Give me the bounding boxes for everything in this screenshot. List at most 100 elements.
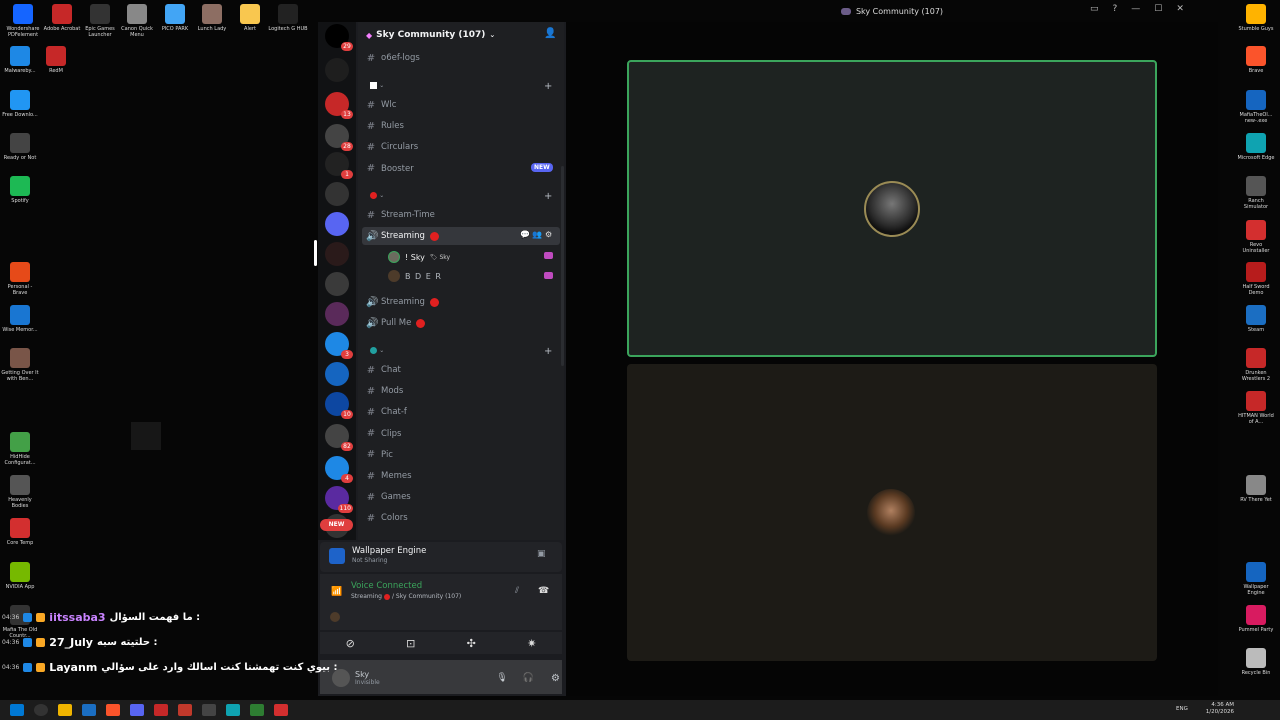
text-channel[interactable]: # Stream-Time <box>366 206 435 224</box>
desktop-shortcut[interactable]: Microsoft Edge <box>1236 133 1276 161</box>
desktop-shortcut[interactable]: Free Downlo... <box>0 90 40 118</box>
desktop-shortcut[interactable]: Wondershare PDFelement <box>3 4 43 38</box>
text-channel[interactable]: # Pic <box>366 446 393 464</box>
noise-suppression-icon[interactable]: ⫽ <box>515 586 519 596</box>
server-header[interactable]: ◆ Sky Community (107) ⌄ <box>366 28 495 42</box>
server-icon[interactable]: 4 <box>325 456 353 483</box>
category-header[interactable]: ⌄ <box>370 346 384 356</box>
text-channel[interactable]: # Memes <box>366 467 412 485</box>
desktop-shortcut[interactable]: Lunch Lady <box>192 4 232 32</box>
desktop-shortcut[interactable]: Malwareby... <box>0 46 40 74</box>
text-channel[interactable]: # Chat <box>366 361 401 379</box>
activities-icon[interactable]: ✣ <box>467 637 476 650</box>
server-icon[interactable]: 28 <box>325 124 353 151</box>
desktop-shortcut[interactable]: PICO PARK <box>155 4 195 32</box>
desktop-shortcut[interactable]: Stumble Guys <box>1236 4 1276 32</box>
close-button[interactable]: ✕ <box>1176 4 1184 14</box>
category-header[interactable]: ⌄ <box>370 81 384 91</box>
server-icon[interactable]: 1 <box>325 152 353 179</box>
desktop-shortcut[interactable]: Adobe Acrobat <box>42 4 82 32</box>
server-icon[interactable] <box>325 302 349 326</box>
voice-channel-streaming-active[interactable]: 🔊 Streaming <box>366 227 439 245</box>
desktop-shortcut[interactable]: Alert <box>230 4 270 32</box>
desktop-shortcut[interactable]: Recycle Bin <box>1236 648 1276 676</box>
desktop-shortcut[interactable]: Wise Memor... <box>0 305 40 333</box>
headphones-icon[interactable]: 🎧 <box>523 673 534 683</box>
brave-icon[interactable] <box>106 704 120 716</box>
desktop-shortcut[interactable]: Canon Quick Menu <box>117 4 157 38</box>
text-channel[interactable]: # Clips <box>366 425 402 443</box>
language-indicator[interactable]: ENG <box>1176 706 1188 712</box>
desktop-shortcut[interactable]: Revo Uninstaller <box>1236 220 1276 254</box>
explorer-icon[interactable] <box>58 704 72 716</box>
text-channel[interactable]: # Colors <box>366 509 408 527</box>
desktop-shortcut-blurred[interactable] <box>131 422 161 450</box>
desktop-shortcut[interactable]: Ready or Not <box>0 133 40 161</box>
system-clock[interactable]: 4:36 AM 1/20/2026 <box>1206 702 1234 716</box>
desktop-shortcut[interactable]: RV There Yet <box>1236 475 1276 503</box>
voice-channel-streaming[interactable]: 🔊 Streaming <box>366 293 439 311</box>
edge-icon[interactable] <box>226 704 240 716</box>
server-icon[interactable] <box>325 242 349 266</box>
desktop-shortcut[interactable]: MafiaTheOl... new-.exe <box>1236 90 1276 124</box>
text-channel[interactable]: # Games <box>366 488 411 506</box>
desktop-shortcut[interactable]: NVIDIA App <box>0 562 40 590</box>
desktop-shortcut[interactable]: HidHide Configurat... <box>0 432 40 466</box>
add-channel-icon[interactable]: + <box>544 81 552 92</box>
desktop-shortcut[interactable]: Half Sword Demo <box>1236 262 1276 296</box>
server-icon[interactable] <box>325 182 349 206</box>
category-header[interactable]: ⌄ <box>370 191 384 201</box>
add-channel-icon[interactable]: + <box>544 346 552 357</box>
desktop-shortcut[interactable]: Drunken Wrestlers 2 <box>1236 348 1276 382</box>
server-icon[interactable]: 3 <box>325 332 353 359</box>
desktop-shortcut[interactable]: Heavenly Bodies <box>0 475 40 509</box>
inbox-icon[interactable]: ▭ <box>1090 4 1099 14</box>
camera-off-icon[interactable]: ⊘ <box>346 637 355 650</box>
desktop-shortcut[interactable]: Pummel Party <box>1236 605 1276 633</box>
app-icon[interactable] <box>202 704 216 716</box>
desktop-shortcut[interactable]: RedM <box>36 46 76 74</box>
desktop-shortcut[interactable]: Getting Over It with Ben... <box>0 348 40 382</box>
microphone-icon[interactable]: 🎙 <box>496 673 507 683</box>
text-channel[interactable]: # Rules <box>366 117 404 135</box>
server-icon[interactable]: 10 <box>325 392 353 419</box>
voice-channel-pull-me[interactable]: 🔊 Pull Me <box>366 314 426 332</box>
add-member-icon[interactable]: 👥 <box>532 230 542 239</box>
server-icon[interactable] <box>325 272 349 296</box>
scrollbar[interactable] <box>561 166 564 366</box>
maximize-button[interactable]: ☐ <box>1154 4 1162 14</box>
server-icon[interactable]: 82 <box>325 424 353 451</box>
soundboard-icon[interactable]: ✷ <box>527 637 536 650</box>
app-icon[interactable] <box>274 704 288 716</box>
desktop-shortcut[interactable]: Logitech G HUB <box>268 4 308 32</box>
start-icon[interactable] <box>10 704 24 716</box>
gear-icon[interactable]: ⚙ <box>551 673 560 684</box>
account-info[interactable]: Sky Invisible 🎙 🎧 ⚙ <box>332 664 560 692</box>
acrobat-icon[interactable] <box>154 704 168 716</box>
server-icon[interactable] <box>325 212 349 236</box>
gear-icon[interactable]: ⚙ <box>545 230 552 239</box>
text-channel[interactable]: # Chat-f <box>366 403 407 421</box>
desktop-shortcut[interactable]: Brave <box>1236 46 1276 74</box>
voice-user[interactable]: B D E R <box>388 267 442 285</box>
app-icon[interactable] <box>178 704 192 716</box>
channel-logs[interactable]: # o6ef-logs <box>366 49 420 67</box>
desktop-shortcut[interactable]: Personal - Brave <box>0 262 40 296</box>
desktop-shortcut[interactable]: Epic Games Launcher <box>80 4 120 38</box>
voice-channel-info[interactable]: Streaming / Sky Community (107) <box>351 593 461 600</box>
desktop-shortcut[interactable]: HITMAN World of A... <box>1236 391 1276 425</box>
desktop-shortcut[interactable]: Core Temp <box>0 518 40 546</box>
text-channel[interactable]: # Wlc <box>366 96 397 114</box>
disconnect-icon[interactable]: ☎ <box>538 586 549 596</box>
desktop-shortcut[interactable]: Wallpaper Engine <box>1236 562 1276 596</box>
text-channel[interactable]: # Booster <box>366 160 414 178</box>
voice-user[interactable]: ! Sky 🏷 Sky <box>388 248 450 266</box>
server-icon[interactable] <box>325 362 349 386</box>
minimize-button[interactable]: — <box>1131 4 1140 14</box>
desktop-shortcut[interactable]: Ranch Simulator <box>1236 176 1276 210</box>
server-icon[interactable]: 110 <box>325 486 353 513</box>
server-icon[interactable]: 13 <box>325 92 353 119</box>
add-channel-icon[interactable]: + <box>544 191 552 202</box>
invite-people-icon[interactable]: 👤 <box>544 28 556 39</box>
desktop-shortcut[interactable]: Spotify <box>0 176 40 204</box>
